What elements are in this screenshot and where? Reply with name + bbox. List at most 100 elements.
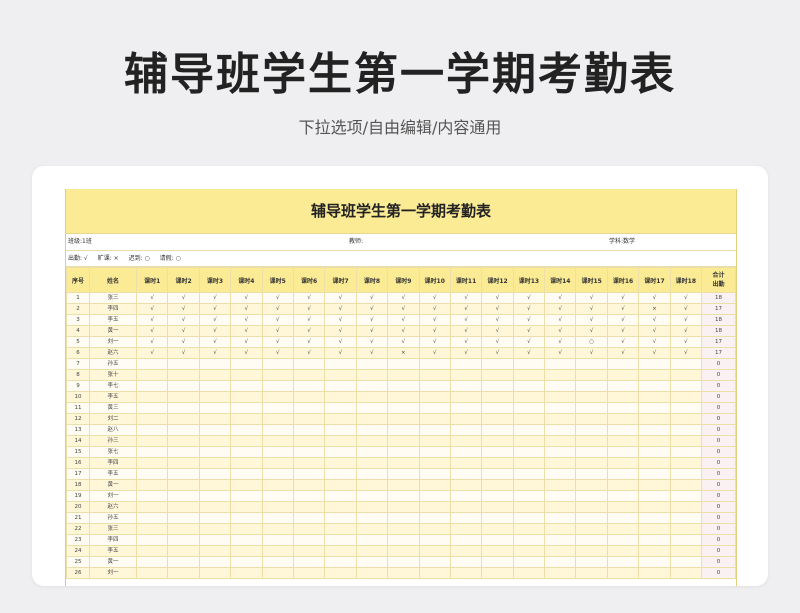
attendance-cell[interactable]	[669, 358, 703, 370]
attendance-cell[interactable]	[418, 358, 451, 370]
attendance-cell[interactable]: √	[261, 336, 294, 348]
attendance-cell[interactable]: √	[669, 303, 703, 315]
attendance-cell[interactable]	[324, 468, 357, 480]
attendance-cell[interactable]	[292, 479, 326, 491]
attendance-cell[interactable]: √	[355, 325, 389, 337]
attendance-cell[interactable]	[167, 523, 200, 535]
student-name-cell[interactable]: 李五	[89, 391, 137, 403]
attendance-cell[interactable]: √	[575, 325, 608, 337]
attendance-cell[interactable]	[292, 534, 326, 546]
attendance-cell[interactable]: √	[481, 336, 514, 348]
attendance-cell[interactable]: √	[449, 347, 483, 359]
attendance-cell[interactable]	[449, 490, 483, 502]
attendance-cell[interactable]: ○	[575, 336, 608, 348]
attendance-cell[interactable]	[606, 369, 640, 381]
attendance-cell[interactable]	[449, 479, 483, 491]
attendance-cell[interactable]	[261, 358, 294, 370]
attendance-cell[interactable]: √	[230, 314, 263, 326]
attendance-cell[interactable]	[230, 446, 263, 458]
attendance-cell[interactable]	[167, 446, 200, 458]
attendance-cell[interactable]	[198, 402, 232, 414]
attendance-cell[interactable]: √	[387, 314, 420, 326]
attendance-cell[interactable]	[167, 435, 200, 447]
attendance-cell[interactable]: √	[575, 292, 608, 304]
attendance-cell[interactable]	[606, 545, 640, 557]
attendance-cell[interactable]	[669, 468, 703, 480]
attendance-cell[interactable]	[230, 534, 263, 546]
attendance-cell[interactable]: √	[230, 325, 263, 337]
attendance-cell[interactable]	[544, 391, 577, 403]
student-name-cell[interactable]: 刘二	[89, 413, 137, 425]
attendance-cell[interactable]	[292, 545, 326, 557]
attendance-cell[interactable]	[230, 567, 263, 579]
attendance-cell[interactable]	[418, 512, 451, 524]
attendance-cell[interactable]	[324, 490, 357, 502]
attendance-cell[interactable]	[669, 457, 703, 469]
attendance-cell[interactable]	[418, 446, 451, 458]
attendance-cell[interactable]	[230, 457, 263, 469]
attendance-cell[interactable]	[481, 457, 514, 469]
row-index-cell[interactable]: 23	[66, 534, 90, 546]
attendance-cell[interactable]	[230, 435, 263, 447]
attendance-cell[interactable]	[669, 534, 703, 546]
attendance-cell[interactable]: √	[324, 314, 357, 326]
attendance-cell[interactable]: ×	[638, 303, 671, 315]
attendance-cell[interactable]	[512, 523, 546, 535]
row-index-cell[interactable]: 1	[66, 292, 90, 304]
attendance-cell[interactable]	[512, 413, 546, 425]
attendance-cell[interactable]	[544, 556, 577, 568]
attendance-cell[interactable]: √	[481, 292, 514, 304]
attendance-cell[interactable]: √	[230, 336, 263, 348]
student-name-cell[interactable]: 张三	[89, 523, 137, 535]
attendance-cell[interactable]	[606, 523, 640, 535]
attendance-cell[interactable]	[449, 523, 483, 535]
attendance-cell[interactable]	[135, 413, 169, 425]
attendance-cell[interactable]: √	[387, 303, 420, 315]
attendance-cell[interactable]	[575, 567, 608, 579]
attendance-cell[interactable]	[292, 391, 326, 403]
attendance-cell[interactable]	[669, 369, 703, 381]
attendance-cell[interactable]	[261, 523, 294, 535]
attendance-cell[interactable]	[418, 523, 451, 535]
attendance-cell[interactable]	[167, 545, 200, 557]
attendance-cell[interactable]	[512, 545, 546, 557]
attendance-cell[interactable]	[606, 446, 640, 458]
attendance-cell[interactable]	[418, 556, 451, 568]
attendance-cell[interactable]	[512, 435, 546, 447]
attendance-cell[interactable]	[261, 424, 294, 436]
attendance-cell[interactable]	[167, 556, 200, 568]
attendance-cell[interactable]	[324, 501, 357, 513]
attendance-cell[interactable]	[135, 567, 169, 579]
attendance-cell[interactable]	[292, 446, 326, 458]
attendance-cell[interactable]: √	[669, 325, 703, 337]
attendance-cell[interactable]	[669, 380, 703, 392]
attendance-cell[interactable]	[135, 446, 169, 458]
attendance-cell[interactable]	[198, 534, 232, 546]
attendance-cell[interactable]	[167, 501, 200, 513]
attendance-cell[interactable]	[387, 435, 420, 447]
attendance-cell[interactable]	[230, 490, 263, 502]
attendance-cell[interactable]	[261, 545, 294, 557]
attendance-cell[interactable]	[135, 545, 169, 557]
attendance-cell[interactable]	[481, 446, 514, 458]
attendance-cell[interactable]: √	[324, 292, 357, 304]
attendance-cell[interactable]	[638, 369, 671, 381]
attendance-cell[interactable]: √	[198, 292, 232, 304]
attendance-cell[interactable]: √	[355, 336, 389, 348]
attendance-cell[interactable]: √	[292, 325, 326, 337]
attendance-cell[interactable]	[292, 556, 326, 568]
attendance-cell[interactable]: √	[606, 292, 640, 304]
attendance-cell[interactable]	[512, 534, 546, 546]
student-name-cell[interactable]: 李四	[89, 457, 137, 469]
attendance-cell[interactable]	[355, 402, 389, 414]
attendance-cell[interactable]	[638, 424, 671, 436]
attendance-cell[interactable]	[324, 545, 357, 557]
attendance-cell[interactable]	[669, 435, 703, 447]
teacher-label[interactable]: 教师:	[349, 234, 363, 250]
attendance-cell[interactable]	[135, 358, 169, 370]
student-name-cell[interactable]: 刘一	[89, 336, 137, 348]
attendance-cell[interactable]	[449, 545, 483, 557]
attendance-cell[interactable]	[198, 391, 232, 403]
attendance-cell[interactable]	[638, 380, 671, 392]
attendance-cell[interactable]	[638, 556, 671, 568]
